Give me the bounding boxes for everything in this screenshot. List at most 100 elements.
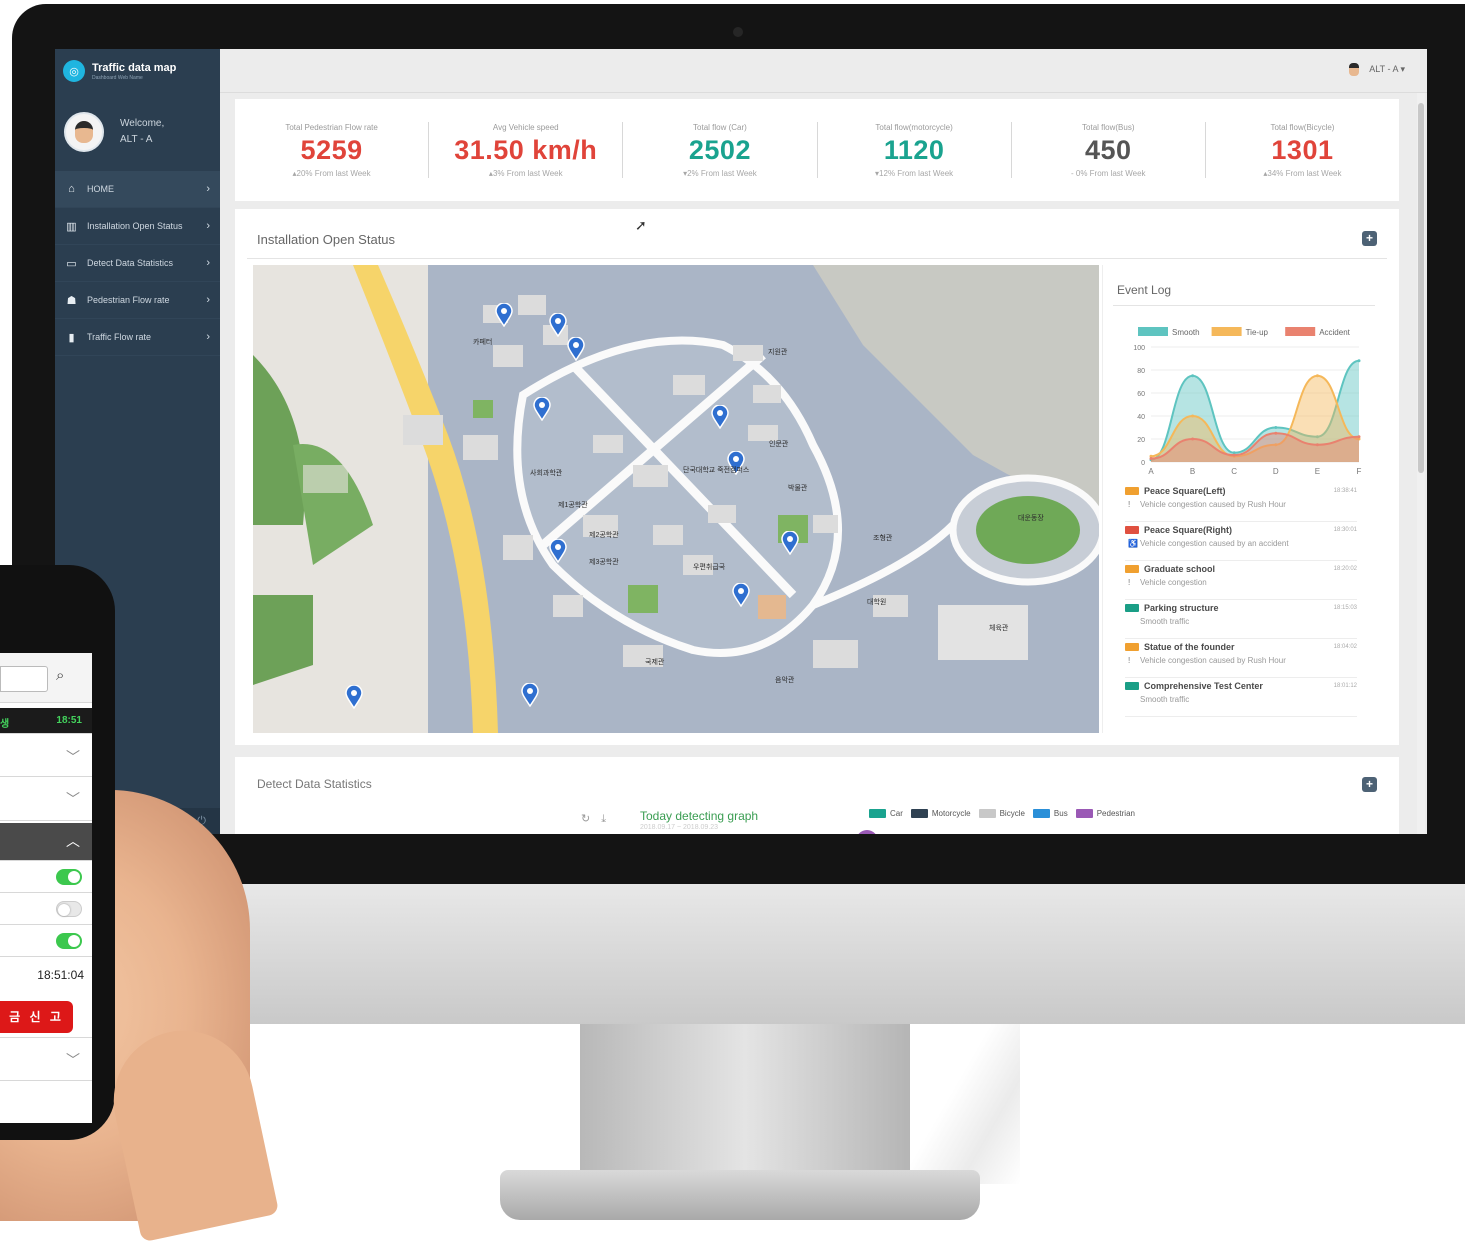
phone-toggle-row: [0, 925, 92, 957]
legend-item[interactable]: Bicycle: [978, 809, 1025, 819]
map-pin-icon[interactable]: [345, 685, 363, 709]
stat-label: Total Pedestrian Flow rate: [285, 122, 378, 132]
legend-label: Tie-up: [1246, 328, 1269, 337]
phone-search-input[interactable]: [0, 666, 48, 692]
sidebar-item-pedestrian-flow-rate[interactable]: ☗ Pedestrian Flow rate ›: [55, 282, 220, 319]
toggle-switch-off[interactable]: [56, 901, 82, 917]
status-swatch: [1125, 526, 1139, 534]
stat-value: 31.50 km/h: [454, 134, 598, 165]
event-detail: Vehicle congestion caused by an accident: [1140, 539, 1289, 548]
user-menu[interactable]: ALT - A ▾: [1349, 63, 1405, 76]
x-tick-label: A: [1148, 467, 1154, 476]
graph-bubble: 205: [856, 830, 878, 834]
toggle-switch-on[interactable]: [56, 869, 82, 885]
map-label: 음악관: [775, 677, 795, 684]
map-label: 국제관: [645, 659, 665, 666]
map-pin-icon[interactable]: [533, 397, 551, 421]
monitor-foot: [500, 1170, 980, 1220]
stat-value: 1120: [883, 134, 945, 165]
legend-label: Car: [890, 809, 903, 818]
map-pin-icon[interactable]: [781, 531, 799, 555]
event-time: 18:15:03: [1333, 605, 1357, 611]
event-item[interactable]: Comprehensive Test Center 18:01:12 Smooth …: [1125, 678, 1357, 717]
stat-change: ▴20% From last Week: [292, 168, 371, 178]
welcome-text: Welcome,: [120, 118, 165, 129]
phone-list-item-open[interactable]: ︿: [0, 823, 92, 861]
legend-item[interactable]: Motorcycle: [910, 809, 971, 819]
scrollbar[interactable]: [1417, 93, 1425, 834]
event-detail: Vehicle congestion caused by Rush Hour: [1140, 500, 1286, 509]
toggle-switch-on[interactable]: [56, 933, 82, 949]
event-item[interactable]: Peace Square(Left) 18:38:41! Vehicle conge…: [1125, 483, 1357, 522]
series-point: [1357, 359, 1361, 363]
event-detail: Smooth traffic: [1140, 695, 1190, 704]
alert-icon: ♿: [1128, 539, 1138, 548]
legend-swatch: [1211, 327, 1242, 336]
download-icon[interactable]: ⤓: [601, 813, 606, 825]
map-pin-icon[interactable]: [567, 337, 585, 361]
event-item[interactable]: Statue of the founder 18:04:02! Vehicle co…: [1125, 639, 1357, 678]
map-pin-icon[interactable]: [732, 583, 750, 607]
sidebar-item-label: Detect Data Statistics: [87, 258, 174, 268]
event-name: Statue of the founder: [1144, 642, 1235, 652]
event-chart: 0 20 40 60 80 100 A B C D E F Smooth Tie-up Accident: [1133, 327, 1362, 476]
map-pin-icon[interactable]: [495, 303, 513, 327]
event-log-title: Event Log: [1117, 283, 1172, 297]
event-time: 18:38:41: [1333, 488, 1357, 494]
monitor-icon: ▭: [66, 257, 77, 270]
blank-icon: [1128, 695, 1140, 704]
graph-date: 2018.09.17 ~ 2018.09.23: [640, 824, 719, 831]
status-swatch: [1125, 604, 1139, 612]
campus-map[interactable]: 지원관 카페터 사회과학관 제1공학관 제2공학관 제3공학관 우편취급국 대운동장 체육관 박물…: [253, 265, 1099, 733]
legend-label: Accident: [1319, 328, 1350, 337]
event-time: 18:20:02: [1333, 566, 1357, 572]
bar-chart-icon: ▮: [68, 331, 75, 344]
map-pin-icon[interactable]: [711, 405, 729, 429]
mouse-cursor-icon: ➚: [635, 217, 647, 233]
phone-toggle-row: [0, 861, 92, 893]
map-label: 조형관: [873, 535, 893, 542]
series-point: [1274, 431, 1278, 435]
chevron-down-icon: ﹀: [66, 791, 80, 807]
phone-list-item[interactable]: ﹀: [0, 1037, 92, 1081]
map-pin-icon[interactable]: [521, 683, 539, 707]
event-name: Peace Square(Right): [1144, 525, 1233, 535]
avatar[interactable]: [64, 112, 104, 152]
series-point: [1274, 426, 1278, 429]
expand-plus-icon[interactable]: +: [1362, 231, 1377, 246]
stat-card: Total flow (Car) 2502 ▾2% From last Week: [623, 122, 818, 178]
refresh-icon[interactable]: ↻: [581, 813, 590, 825]
brand[interactable]: ◎ Traffic data map Dashboard Web Name: [55, 49, 220, 93]
map-background: [253, 265, 1099, 733]
x-tick-label: D: [1273, 467, 1279, 476]
report-button[interactable]: 금 신 고: [0, 1001, 73, 1033]
alert-icon: !: [1128, 578, 1131, 587]
event-item[interactable]: Graduate school 18:20:02! Vehicle congesti…: [1125, 561, 1357, 600]
home-icon: ⌂: [68, 183, 75, 195]
phone-list-item[interactable]: ﹀: [0, 735, 92, 777]
map-label: 우편취급국: [693, 564, 726, 571]
search-icon[interactable]: ⌕: [56, 667, 64, 684]
map-pin-icon[interactable]: [549, 539, 567, 563]
event-item[interactable]: Peace Square(Right) 18:30:01 ♿ Vehicle cong…: [1125, 522, 1357, 561]
phone-time: 18:51:04: [37, 968, 84, 982]
sidebar-item-home[interactable]: ⌂ HOME ›: [55, 171, 220, 208]
blank-icon: [1128, 617, 1140, 626]
sidebar-item-installation-open-status[interactable]: ▥ Installation Open Status ›: [55, 208, 220, 245]
sidebar-item-detect-data-statistics[interactable]: ▭ Detect Data Statistics ›: [55, 245, 220, 282]
legend-item[interactable]: Pedestrian: [1075, 809, 1135, 819]
series-point: [1149, 457, 1153, 461]
legend-item[interactable]: Car: [869, 809, 903, 819]
brand-title: Traffic data map: [92, 61, 177, 74]
legend-item[interactable]: Bus: [1032, 809, 1068, 819]
topbar: ALT - A ▾: [220, 49, 1427, 93]
status-swatch: [1125, 643, 1139, 651]
phone-list-item[interactable]: ﹀: [0, 777, 92, 821]
map-label: 사회과학관: [530, 470, 563, 477]
sidebar-item-traffic-flow-rate[interactable]: ▮ Traffic Flow rate ›: [55, 319, 220, 356]
status-swatch: [1125, 682, 1139, 690]
event-item[interactable]: Parking structure 18:15:03 Smooth traffic: [1125, 600, 1357, 639]
brand-logo-icon: ◎: [63, 60, 85, 82]
map-pin-icon[interactable]: [549, 313, 567, 337]
expand-plus-icon[interactable]: +: [1362, 777, 1377, 792]
